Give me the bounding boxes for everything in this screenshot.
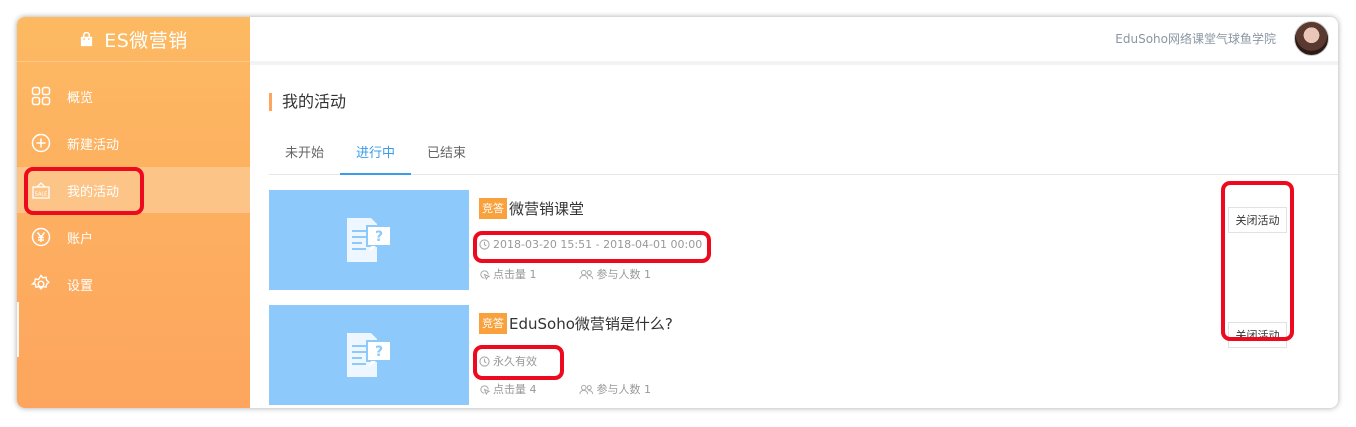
svg-text:SALE: SALE xyxy=(35,192,48,198)
tab-not-started[interactable]: 未开始 xyxy=(269,143,340,173)
school-name[interactable]: EduSoho网络课堂气球鱼学院 xyxy=(1115,30,1276,47)
click-count-text: 点击量 1 xyxy=(493,268,537,281)
tab-ended[interactable]: 已结束 xyxy=(411,143,482,173)
svg-text:?: ? xyxy=(375,229,383,245)
brand-logo[interactable]: ES微营销 xyxy=(17,17,250,62)
grid-icon xyxy=(31,86,51,106)
click-count: 点击量 4 xyxy=(479,381,537,397)
activity-card: ? 竞答 微营销课堂 2018-03-20 15:51 - 2018-04-01… xyxy=(269,190,1338,290)
plus-circle-icon xyxy=(31,133,51,153)
sidebar-item-label: 账户 xyxy=(67,231,94,247)
participant-count-text: 参与人数 1 xyxy=(596,268,652,281)
activity-card: ? 竞答 EduSoho微营销是什么? 永久有效 点击量 4 参与人数 1 xyxy=(269,305,1338,405)
sidebar-item-new-activity[interactable]: 新建活动 xyxy=(17,120,250,166)
activity-period: 2018-03-20 15:51 - 2018-04-01 00:00 xyxy=(479,238,702,251)
sidebar-item-my-activities[interactable]: SALE 我的活动 xyxy=(17,167,250,213)
activity-period-text: 2018-03-20 15:51 - 2018-04-01 00:00 xyxy=(493,238,703,251)
sidebar-nav: 概览 新建活动 SALE 我的活动 账户 设置 xyxy=(17,73,250,308)
activity-type-badge: 竞答 xyxy=(479,198,507,219)
participant-count: 参与人数 1 xyxy=(578,266,652,282)
activity-thumbnail[interactable]: ? xyxy=(269,305,469,405)
users-icon xyxy=(578,384,593,394)
click-count-text: 点击量 4 xyxy=(493,383,537,396)
brand-name: ES微营销 xyxy=(104,29,188,52)
sidebar-item-overview[interactable]: 概览 xyxy=(17,73,250,119)
main-content: 我的活动 未开始 进行中 已结束 ? 竞答 微营销课堂 2018-03-20 1… xyxy=(250,65,1338,408)
quiz-document-icon: ? xyxy=(347,333,392,377)
sidebar-item-label: 我的活动 xyxy=(67,184,120,200)
gear-icon xyxy=(31,274,51,294)
top-bar: EduSoho网络课堂气球鱼学院 xyxy=(250,17,1338,65)
sidebar-item-label: 概览 xyxy=(67,90,94,106)
cursor-click-icon xyxy=(480,269,490,280)
activity-title[interactable]: EduSoho微营销是什么? xyxy=(509,313,673,334)
activity-title-row: 竞答 微营销课堂 xyxy=(479,198,584,219)
sale-tag-icon: SALE xyxy=(31,180,51,200)
user-avatar[interactable] xyxy=(1294,21,1329,56)
participant-count: 参与人数 1 xyxy=(578,381,652,397)
activity-title-row: 竞答 EduSoho微营销是什么? xyxy=(479,313,673,334)
sidebar-item-label: 设置 xyxy=(67,278,94,294)
sidebar-item-account[interactable]: 账户 xyxy=(17,214,250,260)
sidebar-scrollbar[interactable] xyxy=(17,302,19,357)
cursor-click-icon xyxy=(480,384,490,395)
participant-count-text: 参与人数 1 xyxy=(596,383,652,396)
tab-in-progress[interactable]: 进行中 xyxy=(340,143,412,175)
activity-period-text: 永久有效 xyxy=(493,355,537,368)
clock-icon xyxy=(479,355,490,367)
svg-text:?: ? xyxy=(375,344,383,360)
page-title: 我的活动 xyxy=(269,93,346,111)
sidebar: ES微营销 概览 新建活动 SALE 我的活动 账户 设置 xyxy=(17,17,250,408)
activity-stats: 点击量 4 参与人数 1 xyxy=(479,381,693,397)
activity-thumbnail[interactable]: ? xyxy=(269,190,469,290)
close-activity-button[interactable]: 关闭活动 xyxy=(1228,207,1287,233)
shopping-bag-icon xyxy=(81,31,93,46)
sidebar-item-label: 新建活动 xyxy=(67,137,120,153)
activity-type-badge: 竞答 xyxy=(479,313,507,334)
close-activity-button[interactable]: 关闭活动 xyxy=(1228,322,1287,348)
users-icon xyxy=(578,269,593,279)
activity-stats: 点击量 1 参与人数 1 xyxy=(479,266,693,282)
yuan-circle-icon xyxy=(31,227,51,247)
status-tabs: 未开始 进行中 已结束 xyxy=(269,143,1338,175)
quiz-document-icon: ? xyxy=(347,218,392,262)
activity-period: 永久有效 xyxy=(479,353,537,369)
click-count: 点击量 1 xyxy=(479,266,537,282)
sidebar-item-settings[interactable]: 设置 xyxy=(17,261,250,307)
activity-title[interactable]: 微营销课堂 xyxy=(509,198,584,219)
app-window: ES微营销 概览 新建活动 SALE 我的活动 账户 设置 EduSoho网络课… xyxy=(17,17,1338,408)
clock-icon xyxy=(479,239,490,250)
